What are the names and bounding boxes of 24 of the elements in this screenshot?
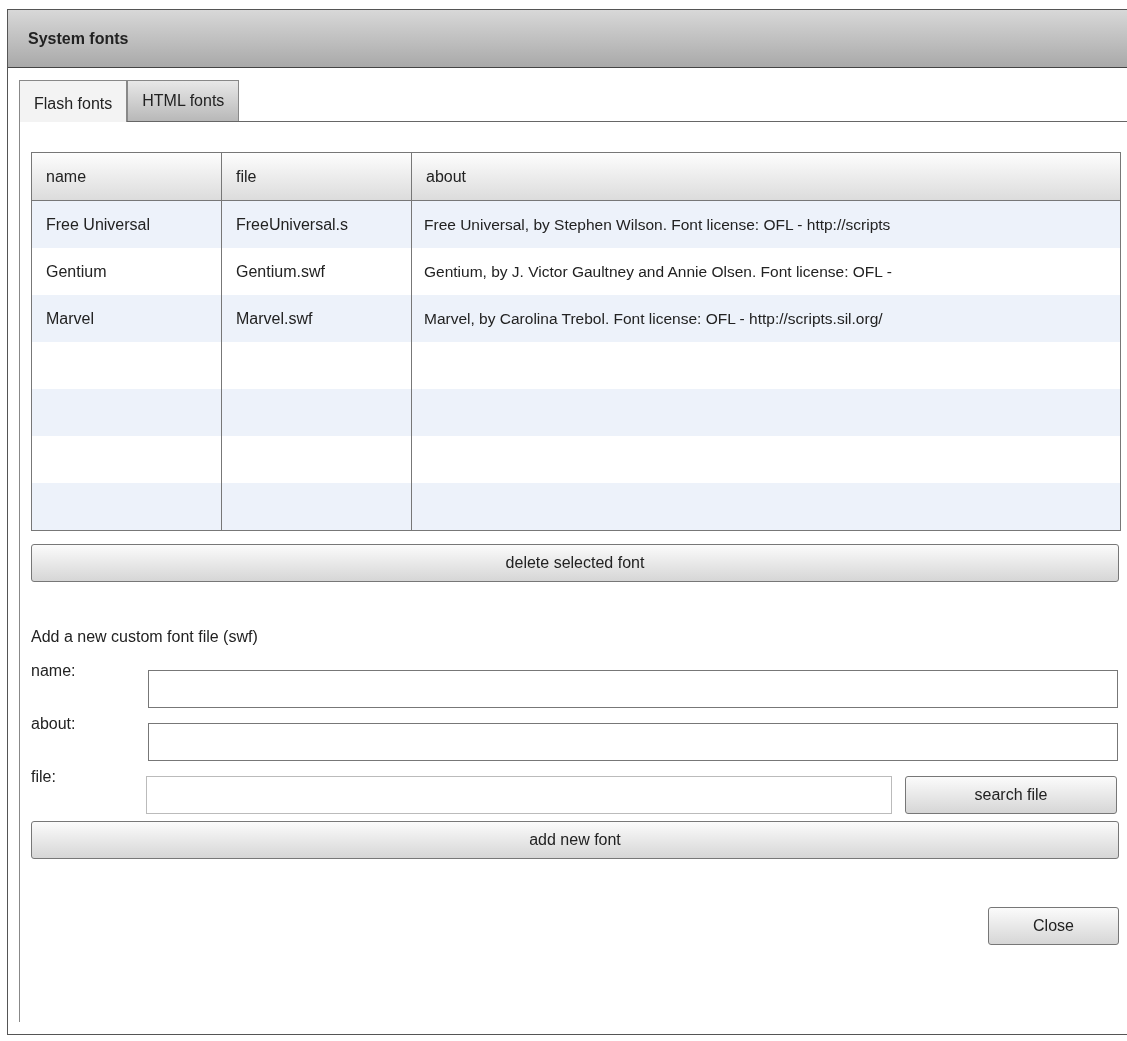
add-font-button[interactable]: add new font bbox=[31, 821, 1119, 859]
input-field[interactable] bbox=[148, 722, 1118, 761]
column-header[interactable]: file bbox=[222, 153, 412, 200]
table-cell: FreeUniversal.s bbox=[222, 201, 412, 248]
delete-button[interactable]: delete selected font bbox=[31, 544, 1119, 582]
file-field[interactable] bbox=[146, 775, 892, 814]
table-cell-text: Free Universal, by Stephen Wilson. Font license: OFL - http://scripts bbox=[423, 214, 892, 235]
table-cell: Marvel bbox=[32, 295, 222, 342]
table-cell: Free Universal bbox=[32, 201, 222, 248]
close-button[interactable]: Close bbox=[988, 907, 1119, 945]
field-label: about: bbox=[31, 715, 77, 733]
window-title: System fonts bbox=[28, 29, 129, 48]
table-cell-text: Gentium, by J. Victor Gaultney and Annie Olsen. Font license: OFL - bbox=[423, 261, 893, 282]
table-cell: Marvel.swf bbox=[222, 295, 412, 342]
section-heading: Add a new custom font file (swf) bbox=[31, 628, 259, 647]
table-cell-text: Marvel, by Carolina Trebol. Font license: OFL - http://scripts.sil.org/ bbox=[423, 308, 884, 329]
field-label: file: bbox=[31, 768, 57, 786]
column-header[interactable]: name bbox=[32, 153, 222, 200]
tab[interactable]: HTML fonts bbox=[127, 80, 240, 121]
column-header[interactable]: about bbox=[412, 153, 1120, 200]
field-label: name: bbox=[31, 662, 77, 680]
search-file-button[interactable]: search file bbox=[905, 775, 1117, 814]
input-field[interactable] bbox=[148, 669, 1118, 708]
tab[interactable]: Flash fonts bbox=[19, 80, 128, 122]
